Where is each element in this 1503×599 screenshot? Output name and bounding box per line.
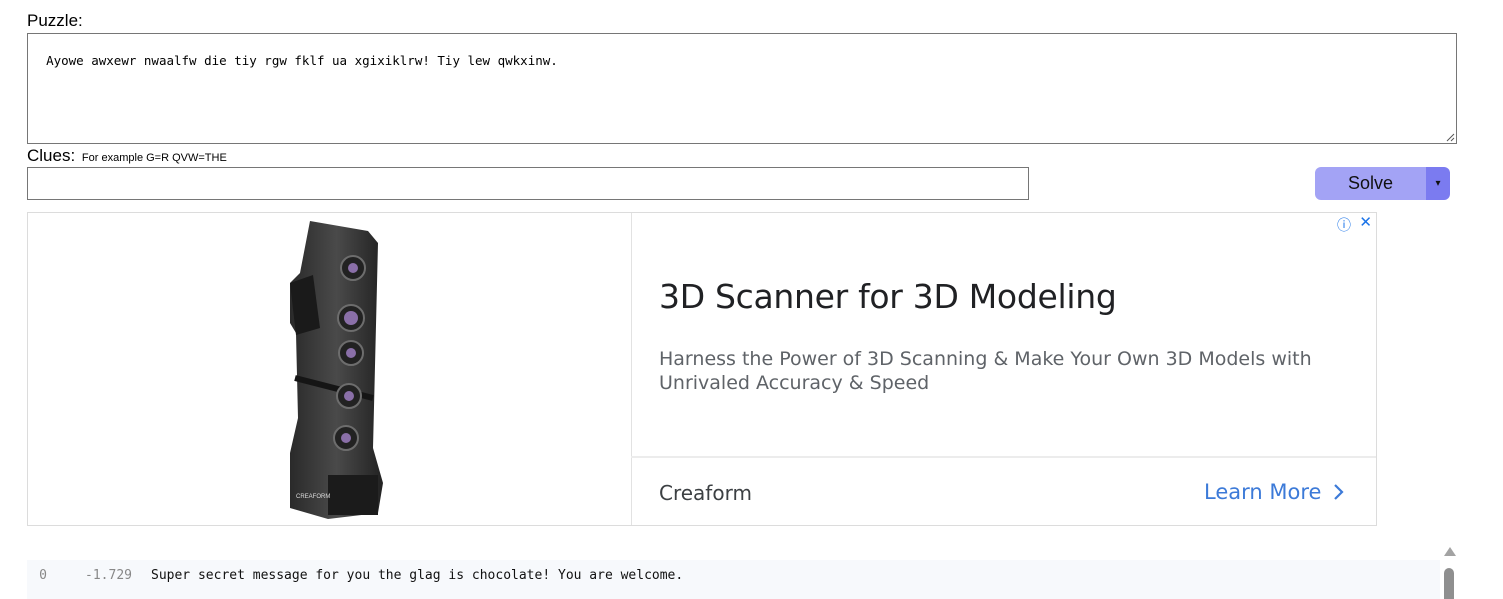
advertisement[interactable]: CREAFORM ⓘ ✕ 3D Scanner for 3D Modeling … (27, 212, 1377, 526)
ad-info-icon[interactable]: ⓘ (1337, 215, 1351, 235)
result-index: 0 (39, 568, 47, 583)
ad-description[interactable]: Harness the Power of 3D Scanning & Make … (659, 347, 1319, 395)
clues-label: Clues: For example G=R QVW=THE (27, 146, 227, 168)
puzzle-text: Ayowe awxewr nwaalfw die tiy rgw fklf ua… (46, 53, 558, 68)
ad-close-icon[interactable]: ✕ (1359, 213, 1372, 231)
puzzle-textarea[interactable]: Ayowe awxewr nwaalfw die tiy rgw fklf ua… (27, 33, 1457, 144)
results-list: 0 -1.729 Super secret message for you th… (27, 560, 1440, 599)
result-score: -1.729 (85, 568, 132, 583)
clues-input[interactable] (27, 167, 1029, 200)
result-text: Super secret message for you the glag is… (151, 568, 684, 583)
ad-product-image[interactable]: CREAFORM (28, 213, 632, 525)
solve-button[interactable]: Solve (1315, 167, 1426, 200)
ad-divider (631, 456, 1376, 458)
solve-dropdown-button[interactable]: ▾ (1426, 167, 1450, 200)
product-logo: CREAFORM (296, 494, 330, 500)
ad-cta-label: Learn More (1204, 480, 1322, 504)
ad-learn-more-link[interactable]: Learn More (1204, 480, 1345, 504)
clues-example: For example G=R QVW=THE (81, 152, 227, 164)
results-scrollbar[interactable] (1440, 540, 1459, 599)
chevron-right-icon (1334, 484, 1344, 500)
scroll-up-arrow-icon[interactable] (1444, 547, 1456, 556)
ad-advertiser[interactable]: Creaform (659, 481, 752, 505)
ad-headline[interactable]: 3D Scanner for 3D Modeling (659, 277, 1117, 316)
result-row[interactable]: 0 -1.729 Super secret message for you th… (27, 568, 683, 583)
solve-button-group: Solve ▾ (1315, 167, 1450, 200)
resize-grip-icon[interactable] (1445, 132, 1455, 142)
puzzle-label: Puzzle: (27, 11, 83, 30)
scanner-image: CREAFORM (290, 221, 383, 519)
clues-label-text: Clues: (27, 146, 76, 165)
scrollbar-thumb[interactable] (1444, 568, 1454, 599)
